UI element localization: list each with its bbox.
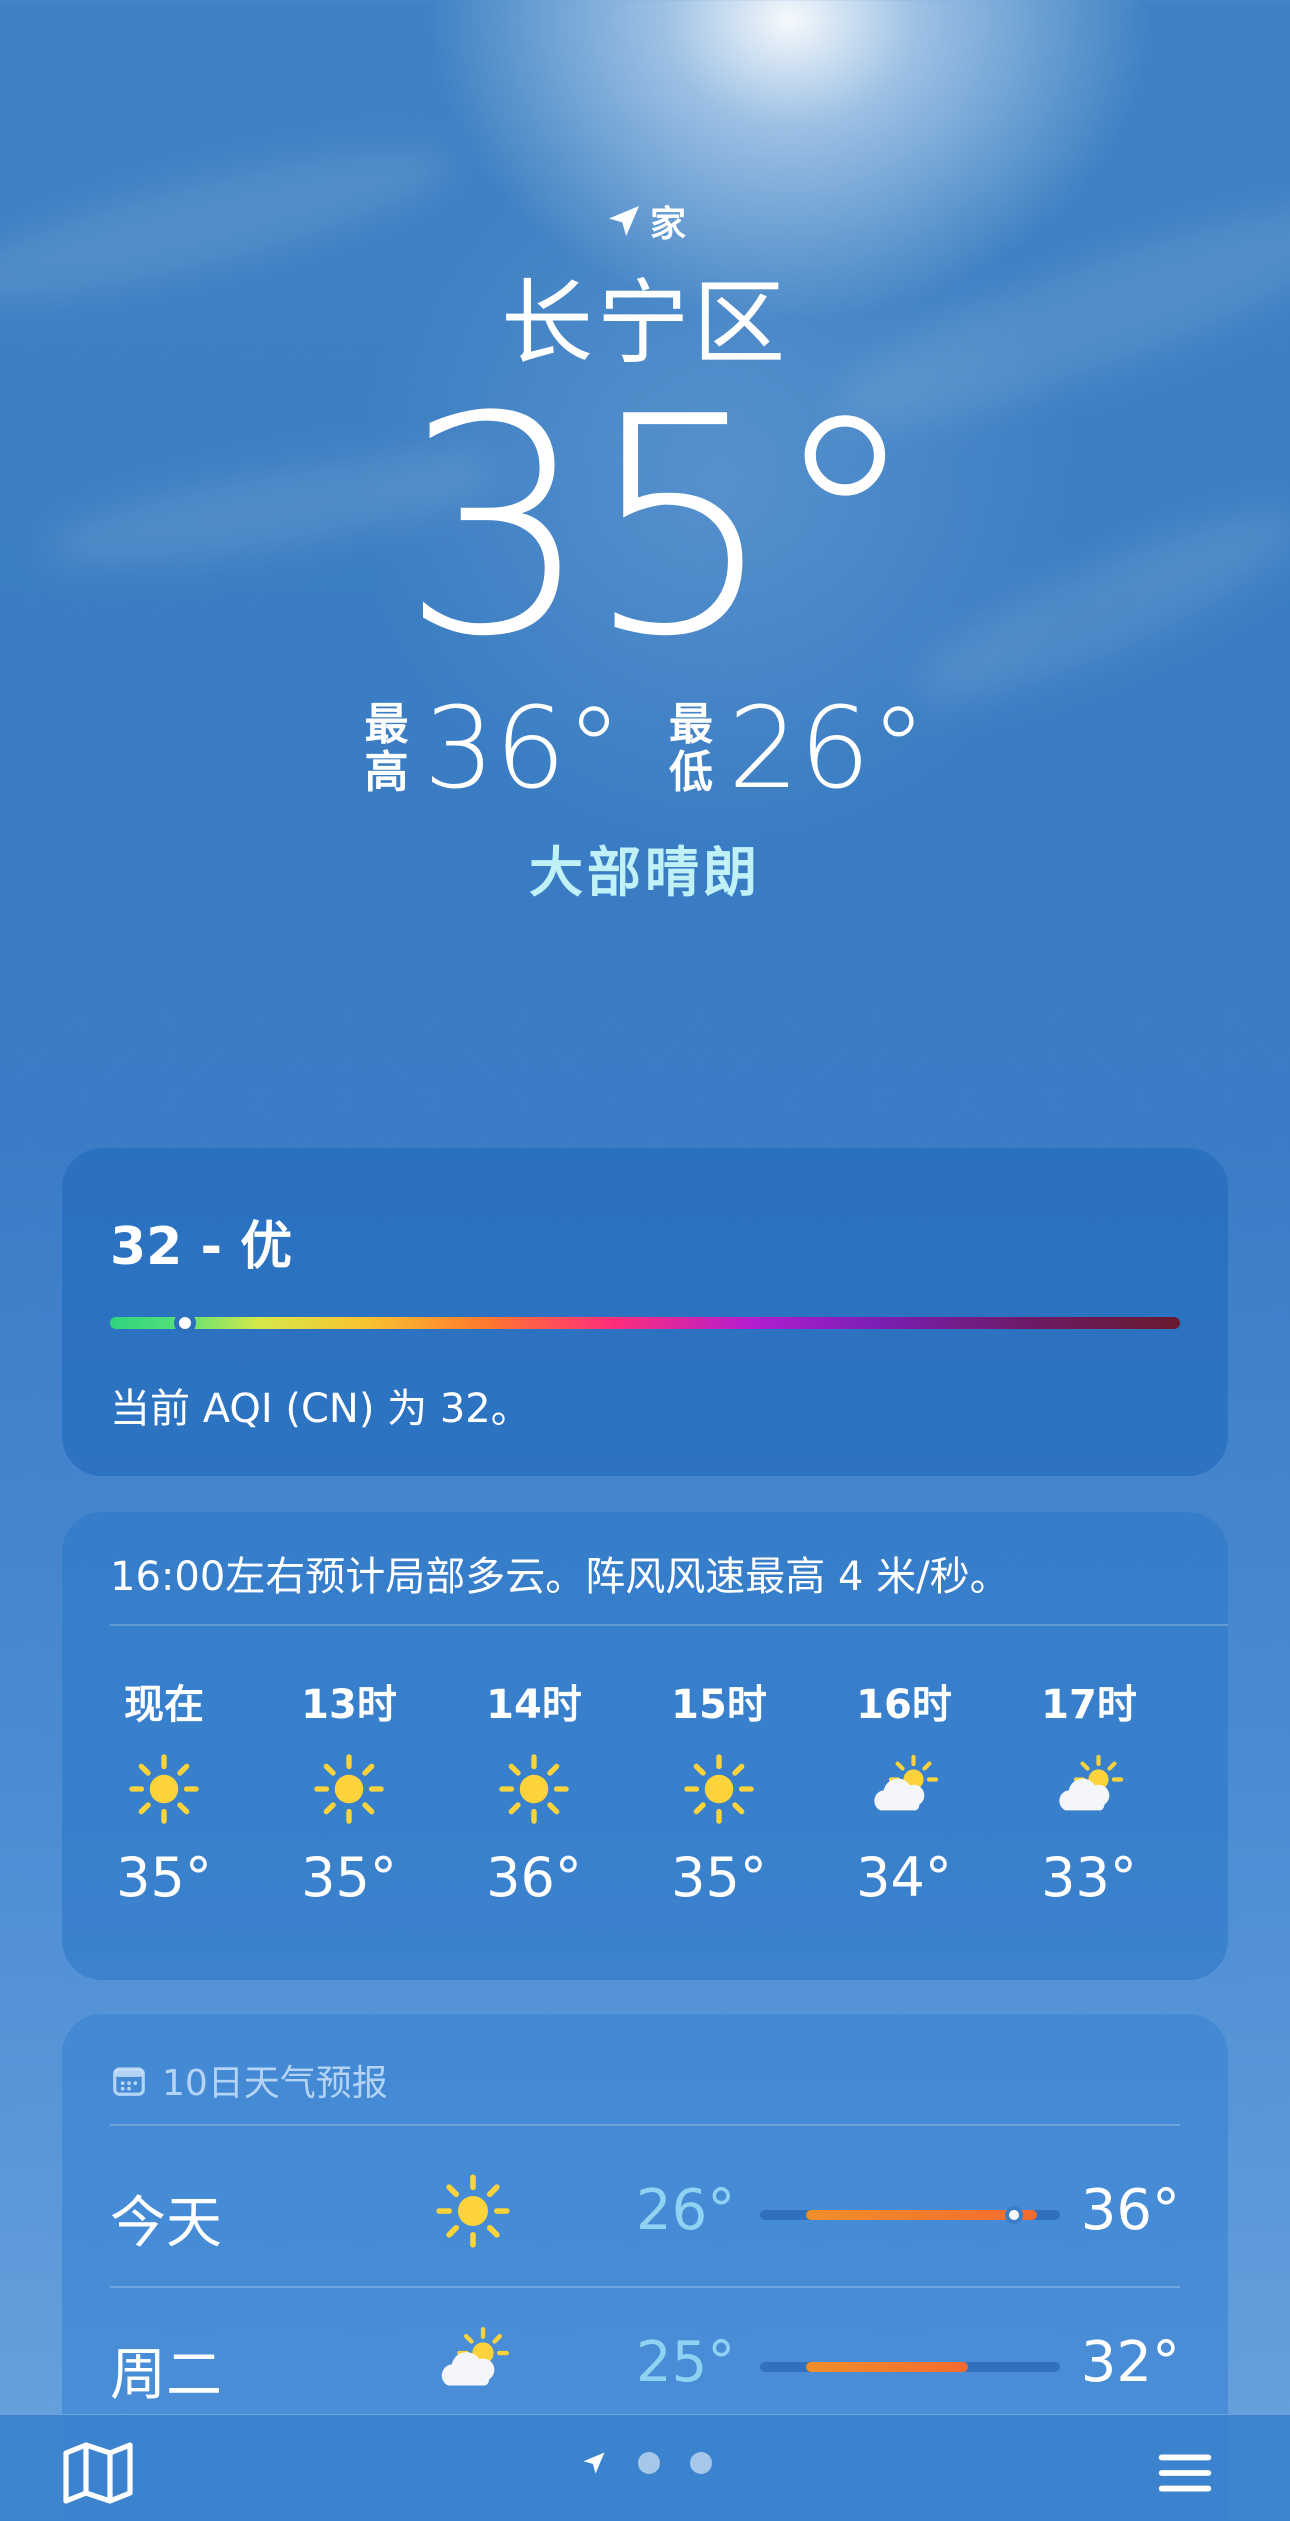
hour-temp: 35° <box>116 1846 212 1909</box>
high-temp: 36° <box>423 684 622 814</box>
weather-icon <box>1204 1732 1228 1822</box>
temp-range-fill <box>806 2210 1037 2220</box>
daily-divider-1 <box>110 2124 1180 2126</box>
aqi-scale-bar <box>110 1312 1180 1334</box>
air-quality-card[interactable]: 32 - 优 当前 AQI (CN) 为 32。 <box>62 1148 1228 1476</box>
low-label: 最低 <box>668 701 714 797</box>
temp-range-fill <box>806 2362 968 2372</box>
aqi-description: 当前 AQI (CN) 为 32。 <box>110 1386 531 1432</box>
day-row[interactable]: 今天 26° 36° <box>110 2134 1180 2284</box>
day-high: 36° <box>1080 2178 1180 2243</box>
day-name: 今天 <box>110 2191 222 2256</box>
day-low: 25° <box>636 2330 736 2395</box>
partly-cloudy-icon <box>428 2318 518 2408</box>
list-icon[interactable] <box>1150 2441 1220 2505</box>
current-temperature: 35° <box>400 353 920 702</box>
hour-item: 1 <box>1204 1672 1228 1834</box>
hour-temp: 33° <box>1041 1846 1137 1909</box>
hour-item: 16时 34° <box>834 1672 974 1909</box>
hour-item: 15时 35° <box>649 1672 789 1909</box>
day-name: 周二 <box>110 2343 222 2408</box>
page-indicator[interactable] <box>580 2449 712 2477</box>
low-label-text: 最低 <box>669 699 713 798</box>
sun-icon <box>464 1744 604 1834</box>
hour-time: 17时 <box>1041 1682 1137 1728</box>
high-temp-group: 最高 36° <box>363 684 622 814</box>
bottom-toolbar <box>0 2414 1290 2521</box>
high-low-row: 最高 36° 最低 26° <box>0 684 1290 814</box>
page-dot <box>690 2452 712 2474</box>
low-temp-group: 最低 26° <box>668 684 927 814</box>
location-header: 家 长宁区 35° 最高 36° 最低 26° 大部晴朗 <box>0 195 1290 907</box>
aqi-value: 32 - 优 <box>110 1217 293 1277</box>
hourly-forecast-card[interactable]: 16:00左右预计局部多云。阵风风速最高 4 米/秒。 现在 35° 13时 35° 1… <box>62 1512 1228 1980</box>
hour-time: 现在 <box>124 1682 204 1728</box>
aqi-indicator-dot <box>173 1312 196 1334</box>
location-row: 家 <box>0 195 1290 247</box>
map-icon[interactable] <box>62 2441 134 2505</box>
hour-time: 16时 <box>856 1682 952 1728</box>
day-high: 32° <box>1080 2330 1180 2395</box>
sun-icon <box>649 1744 789 1834</box>
hourly-divider <box>110 1624 1228 1626</box>
calendar-icon <box>113 2067 145 2096</box>
hour-time: 1 <box>1204 1672 1228 1718</box>
location-arrow-icon <box>608 206 639 236</box>
hour-time: 13时 <box>301 1682 397 1728</box>
high-label-text: 最高 <box>364 699 409 798</box>
hourly-summary: 16:00左右预计局部多云。阵风风速最高 4 米/秒。 <box>110 1554 1010 1600</box>
temp-range-bar <box>760 2362 1060 2372</box>
sun-icon <box>279 1744 419 1834</box>
ten-day-header: 10日天气预报 <box>110 2054 388 2106</box>
high-label: 最高 <box>363 701 409 797</box>
current-temp-dot <box>1004 2206 1023 2224</box>
hour-item: 现在 35° <box>110 1672 234 1909</box>
hour-temp: 36° <box>486 1846 582 1909</box>
temp-range-bar <box>760 2206 1060 2224</box>
hour-item: 17时 33° <box>1019 1672 1159 1909</box>
day-low: 26° <box>636 2178 736 2243</box>
hour-temp: 35° <box>671 1846 767 1909</box>
hour-temp: 34° <box>856 1846 952 1909</box>
partly-cloudy-icon <box>1019 1744 1159 1834</box>
location-label: 家 <box>649 204 686 245</box>
partly-cloudy-icon <box>834 1744 974 1834</box>
hour-item: 14时 36° <box>464 1672 604 1909</box>
sun-icon <box>110 1744 234 1834</box>
hour-item: 13时 35° <box>279 1672 419 1909</box>
page-dot <box>638 2452 660 2474</box>
hour-time: 15时 <box>671 1682 767 1728</box>
current-location-arrow-icon <box>583 2452 605 2474</box>
hour-time: 14时 <box>486 1682 582 1728</box>
low-temp: 26° <box>728 684 927 814</box>
sun-icon <box>428 2166 518 2256</box>
ten-day-title: 10日天气预报 <box>162 2063 388 2104</box>
hour-temp: 35° <box>301 1846 397 1909</box>
condition-text: 大部晴朗 <box>529 841 761 904</box>
hourly-scroll[interactable]: 现在 35° 13时 35° 14时 36° 15时 35° 16时 34° 17时 33° 1 <box>110 1672 1228 1962</box>
